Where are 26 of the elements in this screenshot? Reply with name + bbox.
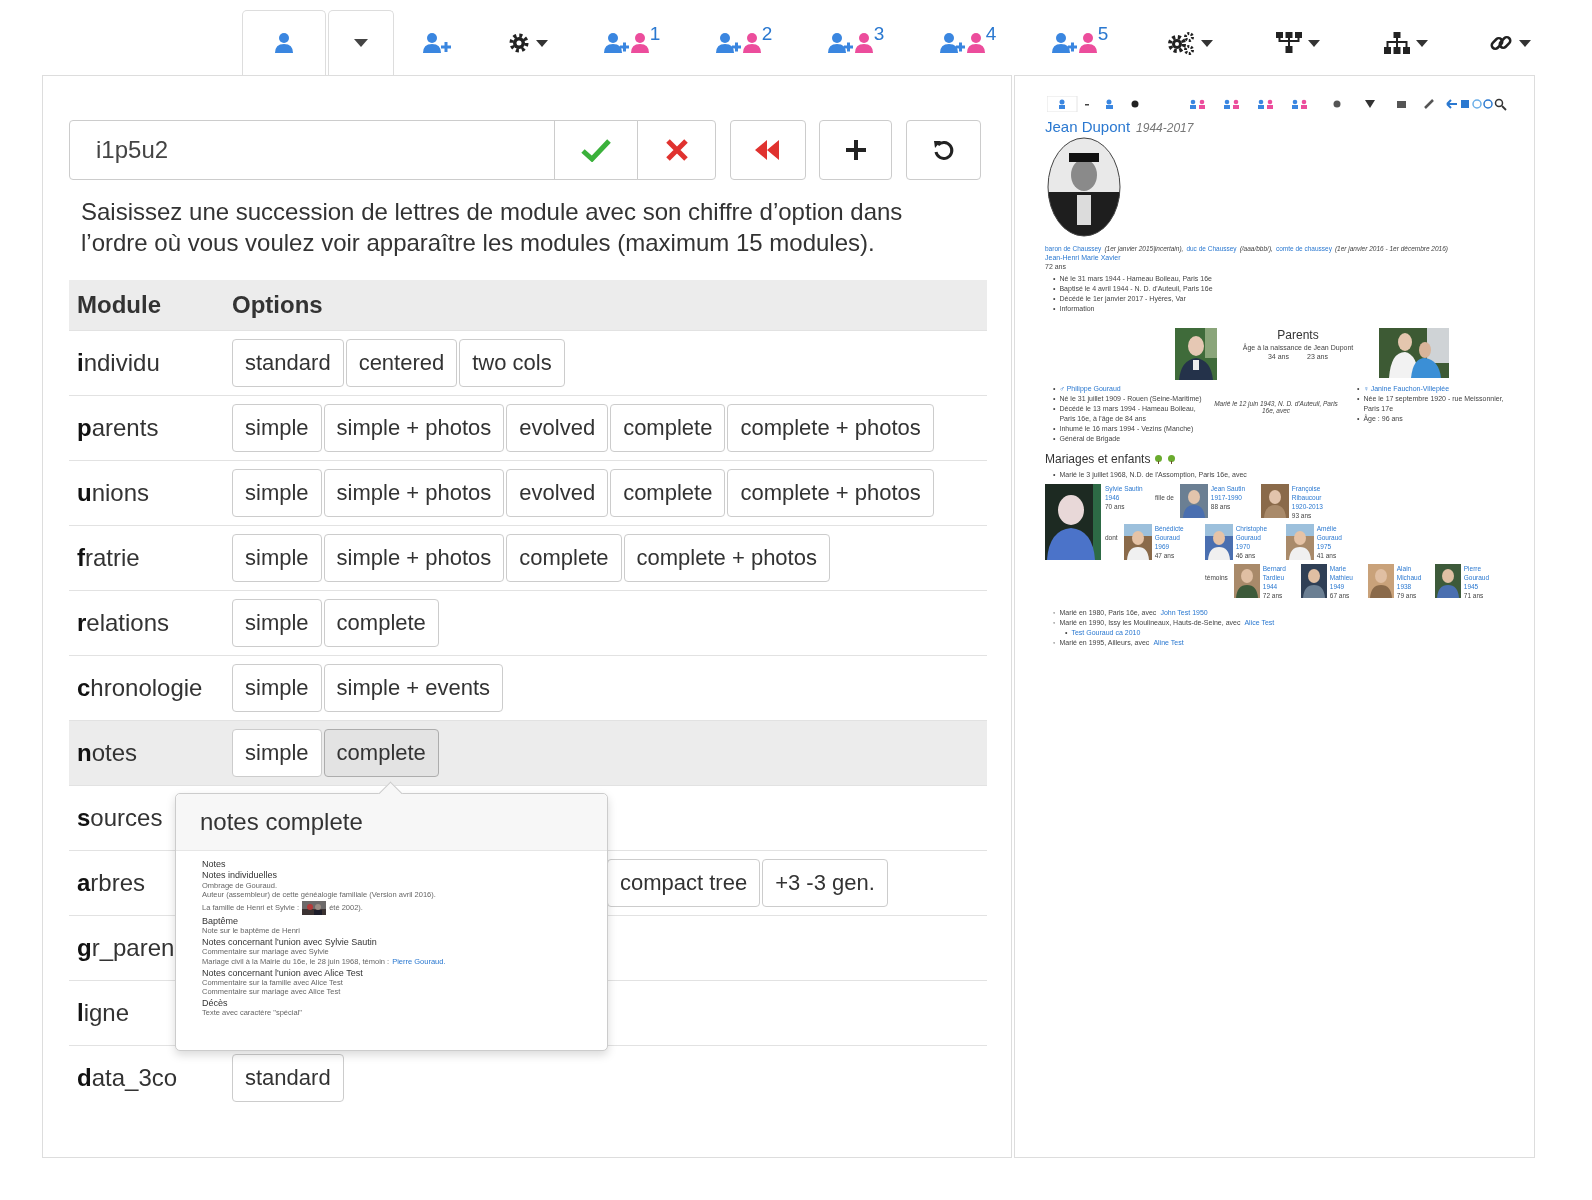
person-name: Jean Dupont	[1045, 118, 1131, 135]
notes-heading: Notes	[202, 859, 227, 870]
notes-heading: Notes concernant l'union avec Sylvie Sautin	[202, 936, 378, 948]
notes-heading: Notes concernant l'union avec Alice Test	[202, 967, 364, 978]
module-name: arbres	[77, 869, 146, 896]
module-name: chronologie	[77, 674, 203, 701]
module-name: relations	[77, 609, 170, 636]
section-heading: Mariages et enfants	[1045, 452, 1151, 466]
help-text: Saisissez une succession de lettres de module avec son chiffre d’option dans l’ordre où vous voulez voir apparaître les modules (maximum 15 modules).	[81, 197, 904, 258]
person-dates: 1944-2017	[1136, 121, 1194, 135]
module-name: fratrie	[77, 544, 140, 571]
module-name: notes	[77, 739, 138, 766]
module-name: parents	[77, 414, 159, 441]
module-name: sources	[77, 804, 163, 831]
module-name: gr_paren	[77, 934, 175, 961]
notes-heading: Décès	[202, 998, 229, 1009]
column-header: Options	[232, 291, 323, 319]
notes-heading: Baptême	[202, 915, 240, 927]
section-heading: Parents	[1277, 328, 1319, 342]
column-header: Module	[77, 291, 162, 319]
module-name: data_3co	[77, 1064, 178, 1091]
module-name: unions	[77, 479, 150, 506]
notes-heading: Notes individuelles	[202, 870, 279, 881]
popover-title: notes complete	[176, 794, 607, 851]
module-name: individu	[77, 349, 160, 376]
module-name: ligne	[77, 999, 130, 1026]
